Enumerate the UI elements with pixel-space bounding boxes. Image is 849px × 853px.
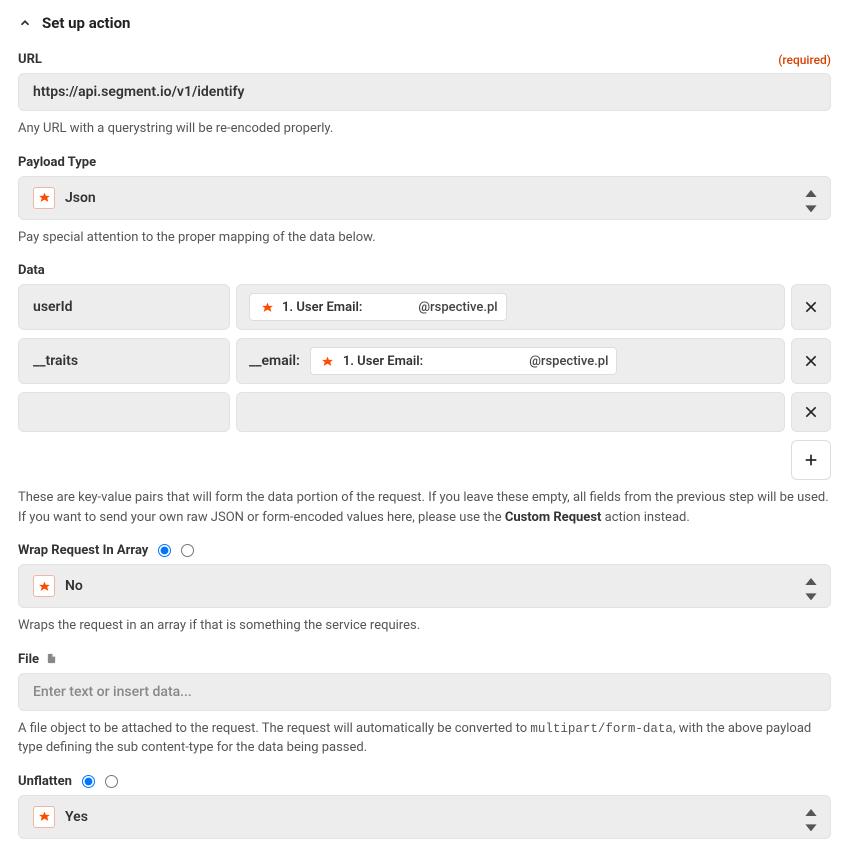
data-key-input[interactable]: [18, 392, 230, 432]
payload-type-value: Json: [65, 190, 96, 206]
data-value-input[interactable]: 1. User Email: @rspective.pl: [236, 284, 785, 330]
data-key-input[interactable]: userId: [18, 284, 230, 330]
value-prefix: __email:: [249, 353, 300, 369]
select-caret-icon: [804, 578, 818, 594]
remove-row-button[interactable]: [791, 392, 831, 432]
field-token[interactable]: 1. User Email: @rspective.pl: [310, 347, 618, 375]
chevron-up-icon[interactable]: [18, 16, 32, 30]
url-help: Any URL with a querystring will be re-en…: [18, 119, 831, 139]
zapier-app-icon: [33, 806, 55, 828]
data-row: __traits __email: 1. User Email: @rspect…: [18, 338, 831, 384]
url-label: URL: [18, 52, 42, 67]
data-row: userId 1. User Email: @rspective.pl: [18, 284, 831, 330]
unflatten-value: Yes: [65, 809, 88, 825]
data-grid: userId 1. User Email: @rspective.pl __tr…: [18, 284, 831, 432]
zapier-app-icon: [33, 575, 55, 597]
token-label: 1. User Email:: [282, 300, 362, 315]
data-key-text: userId: [33, 299, 73, 315]
remove-row-button[interactable]: [791, 284, 831, 330]
field-token[interactable]: 1. User Email: @rspective.pl: [249, 293, 507, 321]
zapier-app-icon: [258, 298, 276, 316]
url-input[interactable]: https://api.segment.io/v1/identify: [18, 73, 831, 111]
unflatten-select[interactable]: Yes: [18, 795, 831, 839]
wrap-radio-off[interactable]: [181, 544, 194, 557]
select-caret-icon: [804, 809, 818, 825]
token-suffix: @rspective.pl: [529, 354, 608, 369]
wrap-value: No: [65, 578, 83, 594]
data-key-text: __traits: [33, 353, 78, 369]
zapier-app-icon: [33, 187, 55, 209]
token-label: 1. User Email:: [343, 354, 423, 369]
payload-type-select[interactable]: Json: [18, 176, 831, 220]
file-help: A file object to be attached to the requ…: [18, 719, 831, 758]
section-title: Set up action: [42, 14, 130, 32]
data-value-input[interactable]: __email: 1. User Email: @rspective.pl: [236, 338, 785, 384]
unflatten-radio-on[interactable]: [82, 775, 95, 788]
required-badge: (required): [778, 53, 831, 67]
wrap-label: Wrap Request In Array: [18, 543, 148, 558]
file-label: File: [18, 652, 831, 667]
token-suffix: @rspective.pl: [418, 300, 497, 315]
url-value: https://api.segment.io/v1/identify: [33, 84, 244, 100]
payload-type-label: Payload Type: [18, 155, 831, 170]
zapier-app-icon: [319, 352, 337, 370]
file-icon: [46, 653, 57, 666]
data-value-input[interactable]: [236, 392, 785, 432]
file-input[interactable]: Enter text or insert data...: [18, 673, 831, 711]
section-header: Set up action: [18, 14, 831, 32]
wrap-radio-on[interactable]: [158, 544, 171, 557]
payload-type-help: Pay special attention to the proper mapp…: [18, 228, 831, 248]
data-label: Data: [18, 263, 831, 278]
file-placeholder: Enter text or insert data...: [33, 684, 192, 700]
unflatten-label: Unflatten: [18, 774, 72, 789]
unflatten-radio-off[interactable]: [105, 775, 118, 788]
data-key-input[interactable]: __traits: [18, 338, 230, 384]
wrap-help: Wraps the request in an array if that is…: [18, 616, 831, 636]
wrap-select[interactable]: No: [18, 564, 831, 608]
data-row: [18, 392, 831, 432]
remove-row-button[interactable]: [791, 338, 831, 384]
data-help: These are key-value pairs that will form…: [18, 488, 831, 527]
add-row-button[interactable]: [791, 440, 831, 480]
select-caret-icon: [804, 190, 818, 206]
